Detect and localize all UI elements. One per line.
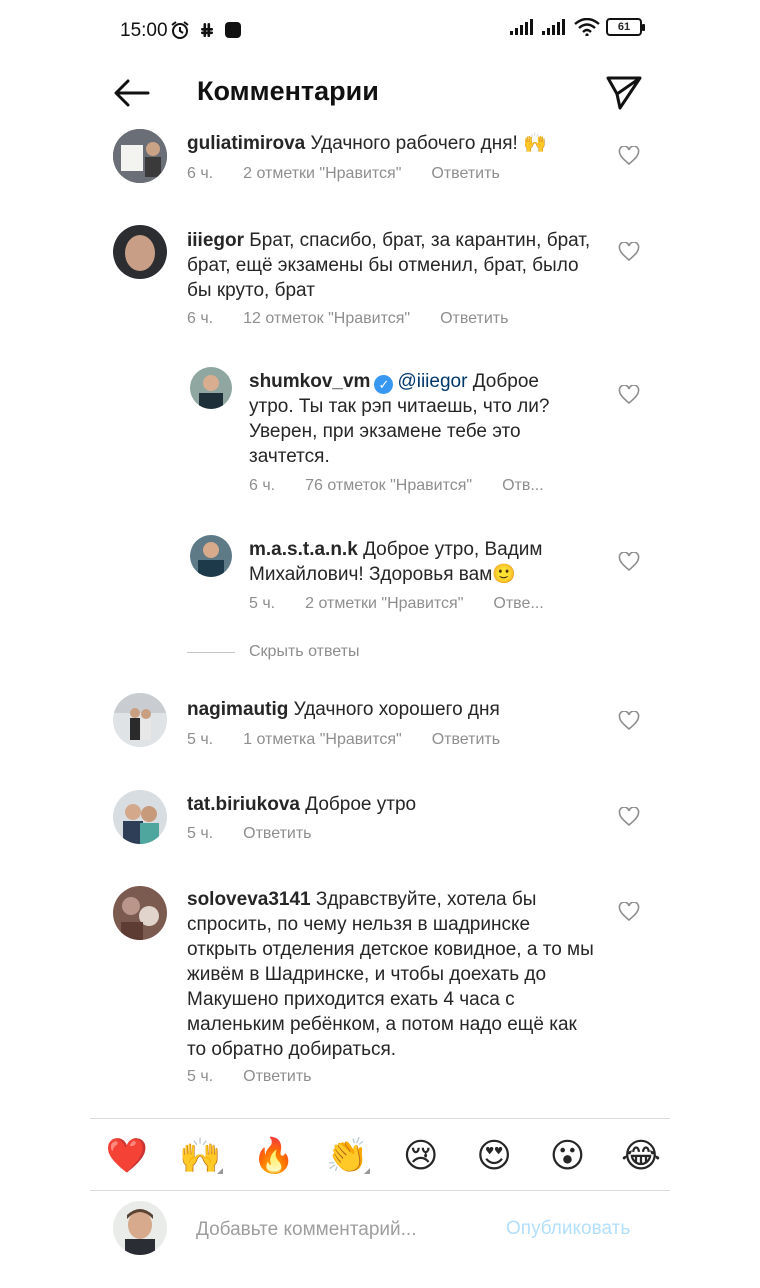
hide-replies-label: Скрыть ответы: [249, 643, 360, 660]
heart-icon: [618, 806, 640, 827]
comment-meta: 6 ч. 76 отметок "Нравится" Отв...: [249, 477, 574, 495]
comment-time: 5 ч.: [187, 731, 214, 748]
publish-button[interactable]: Опубликовать: [506, 1218, 630, 1240]
comment-meta: 5 ч. 1 отметка "Нравится" Ответить: [187, 731, 530, 749]
verified-badge-icon: ✓: [374, 375, 394, 394]
reply-button[interactable]: Ответить: [243, 1068, 311, 1086]
comment-username[interactable]: guliatimirova: [187, 133, 305, 154]
emoji-raising-hands[interactable]: 🙌: [177, 1134, 224, 1178]
comment-likes[interactable]: 12 отметок "Нравится": [243, 310, 410, 328]
heart-icon: [618, 145, 640, 166]
comment-username[interactable]: soloveva3141: [187, 889, 311, 910]
heart-icon: [618, 901, 640, 922]
signal-icon: [510, 19, 533, 35]
battery-indicator: 61: [606, 18, 645, 36]
comment-text: Удачного рабочего дня! 🙌: [310, 133, 547, 154]
back-button[interactable]: [112, 76, 152, 110]
avatar[interactable]: [113, 693, 167, 747]
comment-time: 6 ч.: [249, 477, 276, 494]
paper-plane-icon: [606, 76, 642, 110]
comment-username[interactable]: tat.biriukova: [187, 794, 300, 815]
heart-icon: [618, 710, 640, 731]
comment-username[interactable]: m.a.s.t.a.n.k: [249, 539, 358, 560]
emoji-clapping-hands[interactable]: 👏: [324, 1134, 371, 1178]
like-button[interactable]: [618, 901, 640, 922]
like-button[interactable]: [618, 710, 640, 731]
hide-replies-button[interactable]: Скрыть ответы: [187, 643, 359, 661]
emoji-tears-of-joy[interactable]: 😂: [618, 1134, 664, 1178]
slack-icon: [201, 23, 213, 37]
reply-button[interactable]: Ответить: [243, 825, 311, 843]
comment-time: 6 ч.: [187, 165, 214, 182]
comment-text: Удачного хорошего дня: [293, 699, 500, 720]
avatar[interactable]: [113, 886, 167, 940]
reply-button[interactable]: Ответить: [440, 310, 508, 328]
like-button[interactable]: [618, 384, 640, 405]
comment-input[interactable]: [196, 1216, 486, 1244]
page-title: Комментарии: [197, 76, 379, 106]
emoji-heart-eyes[interactable]: 😍: [471, 1134, 517, 1178]
comment-mention[interactable]: @iiiegor: [397, 371, 467, 392]
like-button[interactable]: [618, 145, 640, 166]
comment-time: 5 ч.: [187, 825, 214, 842]
divider: [90, 1118, 670, 1119]
quick-emoji-bar: ❤️ 🙌 🔥 👏 😢 😍 😮 😂: [104, 1134, 664, 1178]
wifi-icon: [574, 18, 600, 36]
app-square-icon: [225, 22, 241, 38]
comment-likes[interactable]: 1 отметка "Нравится": [243, 731, 402, 749]
comment-username[interactable]: iiiegor: [187, 230, 244, 251]
comment-meta: 6 ч. 12 отметок "Нравится" Ответить: [187, 310, 538, 328]
status-system-icons: 61: [510, 18, 645, 36]
like-button[interactable]: [618, 241, 640, 262]
like-button[interactable]: [618, 551, 640, 572]
reply-button[interactable]: Отв...: [502, 477, 544, 495]
comment-time: 6 ч.: [187, 310, 214, 327]
emoji-open-mouth[interactable]: 😮: [545, 1134, 591, 1178]
comment-username[interactable]: shumkov_vm: [249, 371, 370, 392]
emoji-raising-hands-glyph: 🙌: [179, 1136, 222, 1176]
comment-meta: 5 ч. Ответить: [187, 825, 342, 843]
comment-meta: 5 ч. 2 отметки "Нравится" Отве...: [249, 595, 574, 613]
avatar[interactable]: [113, 129, 167, 183]
reply-button[interactable]: Ответить: [432, 731, 500, 749]
heart-icon: [618, 241, 640, 262]
emoji-red-heart[interactable]: ❤️: [104, 1134, 150, 1178]
current-user-avatar: [113, 1201, 167, 1255]
skin-tone-indicator-icon: [217, 1168, 224, 1174]
comment-text: Брат, спасибо, брат, за карантин, брат, …: [187, 230, 591, 301]
back-arrow-icon: [114, 79, 150, 107]
hide-replies-line: [187, 651, 235, 653]
emoji-clapping-hands-glyph: 👏: [326, 1136, 369, 1176]
comment-likes[interactable]: 76 отметок "Нравится": [305, 477, 472, 495]
reply-button[interactable]: Ответить: [431, 165, 499, 183]
reply-button[interactable]: Отве...: [493, 595, 543, 613]
comment-time: 5 ч.: [187, 1068, 214, 1085]
comment-time: 5 ч.: [249, 595, 276, 612]
comment-username[interactable]: nagimautig: [187, 699, 288, 720]
comment-likes[interactable]: 2 отметки "Нравится": [305, 595, 463, 613]
comment-meta: 5 ч. Ответить: [187, 1068, 342, 1086]
comment-meta: 6 ч. 2 отметки "Нравится" Ответить: [187, 165, 530, 183]
emoji-fire[interactable]: 🔥: [251, 1134, 297, 1178]
status-notification-icons: [170, 20, 242, 40]
avatar[interactable]: [113, 790, 167, 844]
alarm-icon: [171, 21, 189, 39]
heart-icon: [618, 551, 640, 572]
comment-text: Доброе утро: [305, 794, 417, 815]
status-bar: 15:00 61: [0, 0, 760, 62]
emoji-crying-face[interactable]: 😢: [398, 1134, 444, 1178]
header: Комментарии: [0, 62, 760, 124]
avatar[interactable]: [113, 225, 167, 279]
avatar[interactable]: [190, 535, 232, 577]
signal-icon-2: [542, 19, 565, 35]
comment-likes[interactable]: 2 отметки "Нравится": [243, 165, 401, 183]
like-button[interactable]: [618, 806, 640, 827]
heart-icon: [618, 384, 640, 405]
avatar[interactable]: [190, 367, 232, 409]
comment-text: Здравствуйте, хотела бы спросить, по чем…: [187, 889, 594, 1060]
status-time: 15:00: [120, 20, 168, 41]
share-button[interactable]: [604, 72, 644, 112]
skin-tone-indicator-icon: [364, 1168, 371, 1174]
divider: [90, 1190, 670, 1191]
